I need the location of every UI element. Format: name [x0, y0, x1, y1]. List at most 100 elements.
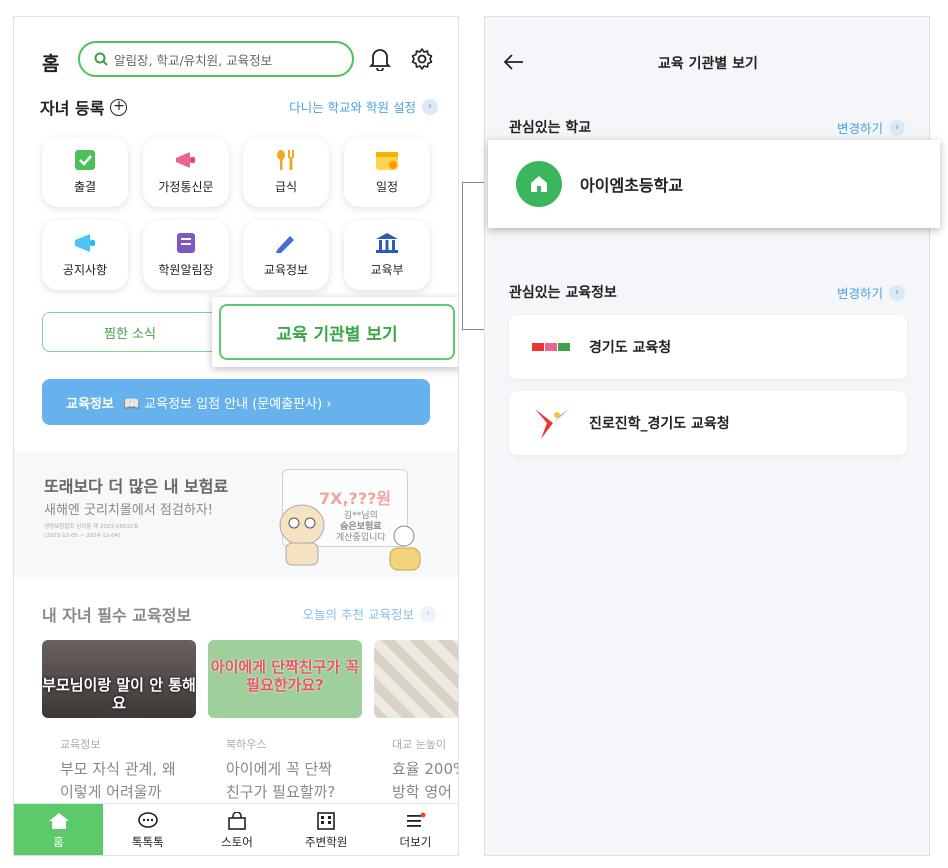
info-item[interactable]: 경기도 교육청	[509, 315, 907, 379]
tab-talk[interactable]: 톡톡톡	[103, 804, 192, 855]
menu-edu-info[interactable]: 교육정보	[243, 220, 329, 290]
utensils-icon	[277, 150, 294, 170]
tab-more[interactable]: 더보기	[371, 804, 458, 855]
ad-line: 김**님의	[343, 511, 378, 521]
menu-label: 공지사항	[62, 263, 108, 277]
bag-icon	[228, 811, 246, 830]
menu-ministry[interactable]: 교육부	[344, 220, 430, 290]
card-title-line: 방학 영어	[392, 783, 452, 801]
ad-amount: 7X,???원	[319, 489, 392, 508]
character-icon	[389, 525, 421, 571]
ad-fineprint-line: 생명보험협회 심의필 제 2023-05632호	[44, 524, 139, 530]
tab-nearby-academy[interactable]: 주변학원	[282, 804, 371, 855]
page-title: 교육 기관별 보기	[658, 56, 758, 72]
tab-label: 톡톡톡	[131, 834, 164, 849]
ad-fineprint: 생명보험협회 심의필 제 2023-05632호 (2023-12-05 ~ 2…	[44, 523, 138, 541]
menu-schedule[interactable]: 일정	[344, 137, 430, 207]
menu-label: 교육부	[370, 263, 404, 277]
change-link-label: 변경하기	[836, 121, 883, 136]
school-name: 아이엠초등학교	[580, 176, 684, 195]
edu-card[interactable]: 부모님이랑 말이 안 통해요 교육정보 부모 자식 관계, 왜 이렇게 어려울까	[42, 640, 196, 801]
institution-view-label: 교육 기관별 보기	[219, 304, 455, 360]
info-name: 진로진학_경기도 교육청	[589, 416, 730, 432]
setting-link-label: 다니는 학교와 학원 설정	[289, 100, 416, 115]
career-logo	[531, 403, 571, 443]
recommend-link[interactable]: 오늘의 추천 교육정보 ›	[303, 604, 436, 623]
menu-meal[interactable]: 급식	[243, 137, 329, 207]
card-thumbnail: 아이에게 단짝친구가 꼭 필요한가요?	[208, 640, 362, 718]
ad-calculating: 김**님의 숨은보험료 계산중입니다	[336, 511, 386, 544]
change-info-link[interactable]: 변경하기 ›	[837, 283, 905, 302]
info-name: 경기도 교육청	[589, 340, 672, 356]
card-title-line: 이렇게 어려울까	[60, 783, 162, 801]
change-school-link[interactable]: 변경하기 ›	[837, 118, 905, 137]
menu-newsletter[interactable]: 가정통신문	[143, 137, 229, 207]
chevron-right-icon: ›	[889, 119, 905, 136]
menu-label: 교육정보	[263, 263, 309, 277]
menu-label: 급식	[274, 180, 298, 194]
gyeonggi-edu-logo	[531, 327, 571, 367]
card-thumb-text: 아이에게 단짝친구가 꼭 필요한가요?	[210, 658, 360, 694]
card-title-line: 효율 200%	[392, 760, 458, 778]
menu-label: 일정	[375, 180, 399, 194]
card-thumbnail	[374, 640, 458, 718]
institution-view-button[interactable]: 교육 기관별 보기	[212, 297, 458, 367]
search-placeholder: 알림장, 학교/유치원, 교육정보	[114, 52, 273, 68]
recommend-link-label: 오늘의 추천 교육정보	[302, 607, 414, 622]
tab-label: 스토어	[221, 834, 253, 849]
pencil-icon	[276, 236, 294, 253]
check-board-icon	[75, 150, 95, 170]
edu-info-banner[interactable]: 교육정보 📖 교육정보 입점 안내 (문예출판사) ›	[42, 379, 430, 425]
chat-icon	[137, 811, 158, 828]
building-icon	[376, 233, 398, 253]
children-label: 자녀 등록	[40, 99, 105, 118]
tab-label: 주변학원	[305, 834, 348, 849]
announce-icon	[75, 234, 95, 252]
school-item-inner: 아이엠초등학교	[494, 146, 934, 222]
page-title: 홈	[42, 53, 60, 75]
chevron-right-icon: ›	[420, 605, 436, 622]
school-setting-link[interactable]: 다니는 학교와 학원 설정 ›	[289, 97, 438, 116]
home-screen: 홈 알림장, 학교/유치원, 교육정보 자녀 등록 + 다니는 학교와 학원 설…	[13, 16, 459, 856]
edu-card[interactable]: 대교 눈높이 효율 200% 방학 영어	[374, 640, 458, 801]
edu-card[interactable]: 아이에게 단짝친구가 꼭 필요한가요? 북하우스 아이에게 꼭 단짝 친구가 필요…	[208, 640, 362, 801]
notebook-icon	[177, 233, 195, 253]
megaphone-icon	[176, 152, 195, 168]
menu-attendance[interactable]: 출결	[42, 137, 128, 207]
add-child-button[interactable]: 자녀 등록 +	[40, 95, 128, 119]
bell-icon[interactable]	[369, 47, 391, 71]
tab-label: 홈	[53, 834, 64, 849]
card-title: 부모 자식 관계, 왜이렇게 어려울까	[60, 758, 196, 804]
school-item[interactable]: 아이엠초등학교	[488, 140, 940, 228]
search-input[interactable]: 알림장, 학교/유치원, 교육정보	[78, 41, 354, 77]
search-icon	[94, 52, 108, 66]
chevron-right-icon: ›	[889, 284, 905, 301]
banner-tag: 교육정보	[66, 396, 114, 412]
calendar-icon	[376, 152, 398, 170]
school-section-title: 관심있는 학교	[509, 120, 592, 136]
menu-label: 학원알림장	[158, 263, 214, 277]
change-link-label: 변경하기	[836, 286, 883, 301]
section-title: 내 자녀 필수 교육정보	[42, 606, 192, 625]
info-item[interactable]: 진로진학_경기도 교육청	[509, 391, 907, 455]
card-title: 아이에게 꼭 단짝 친구가 필요할까?	[226, 758, 362, 804]
menu-label: 출결	[73, 180, 97, 194]
menu-notice[interactable]: 공지사항	[42, 220, 128, 290]
ad-line: 숨은보험료	[340, 522, 382, 532]
school-icon	[516, 161, 562, 207]
ad-line: 계산중입니다	[336, 533, 386, 543]
card-title-line: 아이에게 꼭 단짝	[226, 760, 333, 778]
menu-academy-notes[interactable]: 학원알림장	[143, 220, 229, 290]
ad-title: 또래보다 더 많은 내 보험료	[44, 477, 229, 496]
tab-home[interactable]: 홈	[14, 804, 104, 855]
tab-store[interactable]: 스토어	[192, 804, 281, 855]
academy-icon	[317, 811, 336, 830]
tab-label: 더보기	[399, 834, 432, 849]
bottom-tab-bar: 홈 톡톡톡 스토어 주변학원 더보기	[14, 803, 458, 855]
menu-icon	[407, 812, 426, 827]
ad-fineprint-line: (2023-12-05 ~ 2024-12-04)	[44, 533, 121, 539]
card-thumbnail: 부모님이랑 말이 안 통해요	[42, 640, 196, 718]
gear-icon[interactable]	[410, 47, 434, 71]
card-title-line: 부모 자식 관계, 왜	[60, 760, 176, 778]
saved-news-button[interactable]: 찜한 소식	[42, 312, 218, 352]
